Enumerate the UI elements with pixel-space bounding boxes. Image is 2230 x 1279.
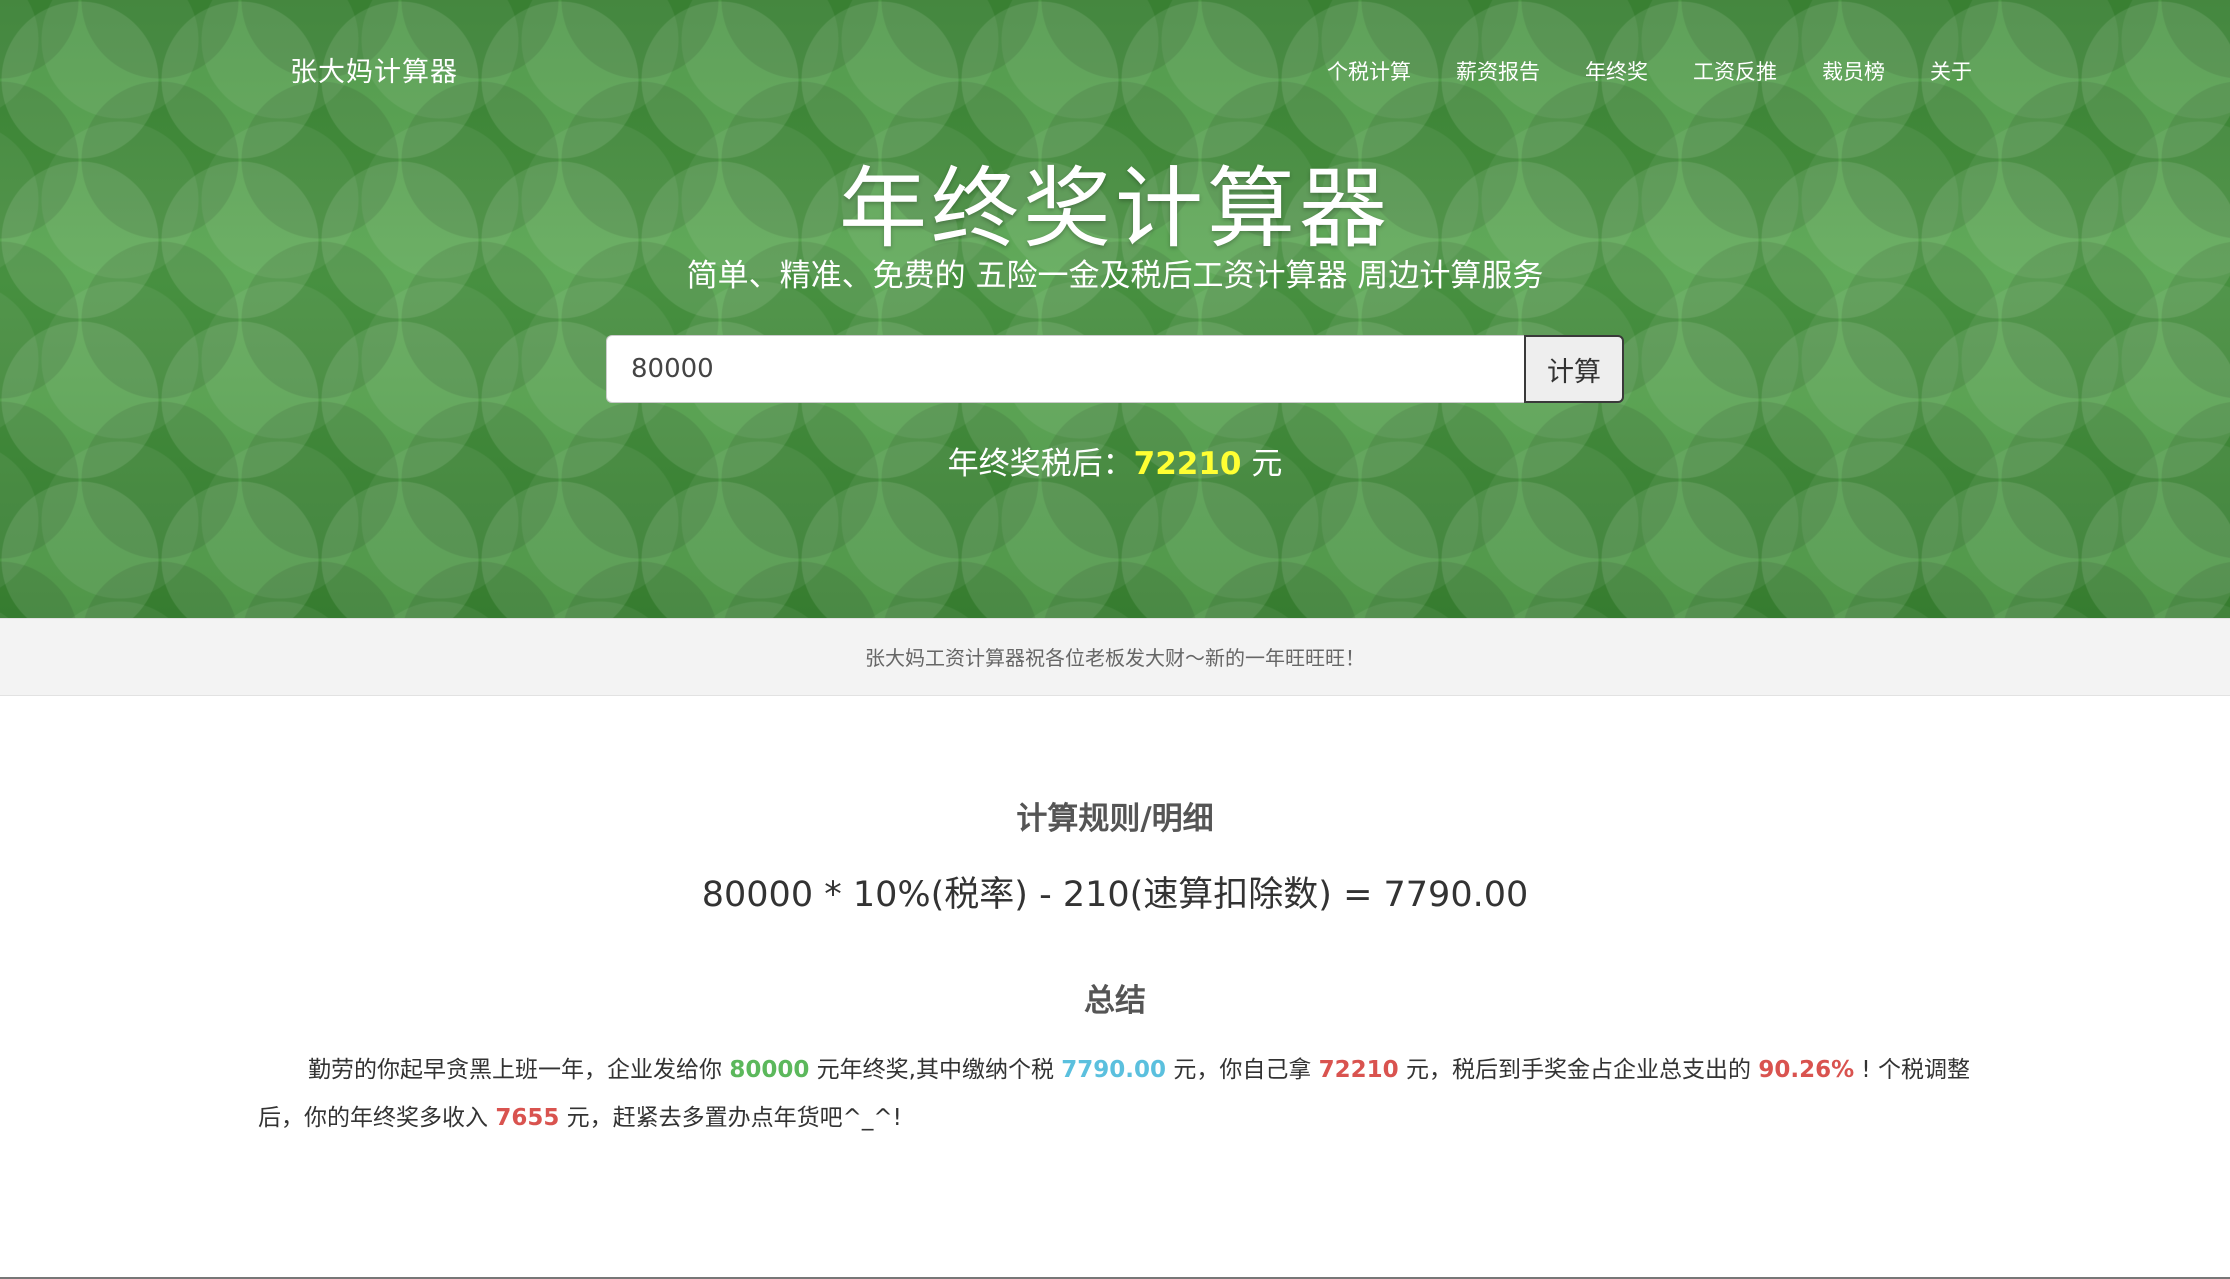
summary-text: 元，你自己拿 [1166, 1057, 1319, 1083]
page-title: 年终奖计算器 [838, 157, 1391, 260]
tax-formula: 80000 * 10%(税率) - 210(速算扣除数) = 7790.00 [701, 875, 1529, 915]
result-unit: 元 [1241, 446, 1283, 482]
summary-text: 勤劳的你起早贪黑上班一年，企业发给你 [308, 1057, 730, 1083]
bonus-amount: 80000 [729, 1057, 810, 1083]
nav-item-salary-report[interactable]: 薪资报告 [1456, 56, 1540, 86]
nav-item-salary-reverse[interactable]: 工资反推 [1693, 56, 1777, 86]
summary-text: 元年终奖,其中缴纳个税 [809, 1057, 1062, 1083]
nav-item-layoff-list[interactable]: 裁员榜 [1822, 56, 1885, 86]
hero-banner: 张大妈计算器 个税计算 薪资报告 年终奖 工资反推 裁员榜 关于 年终奖计算器 … [0, 0, 2230, 618]
nav-item-tax-calc[interactable]: 个税计算 [1327, 56, 1411, 86]
bonus-input-group: 计算 [606, 335, 1624, 403]
page-subtitle: 简单、精准、免费的 五险一金及税后工资计算器 周边计算服务 [686, 258, 1544, 294]
result-amount: 72210 [1133, 446, 1242, 482]
notice-bar: 张大妈工资计算器祝各位老板发大财～新的一年旺旺旺！ [0, 618, 2230, 696]
rules-title: 计算规则/明细 [1016, 801, 1214, 837]
result-label: 年终奖税后： [947, 446, 1134, 482]
summary-text: 元，税后到手奖金占企业总支出的 [1398, 1057, 1759, 1083]
nav-item-about[interactable]: 关于 [1930, 56, 1972, 86]
net-amount: 72210 [1318, 1057, 1399, 1083]
page: 张大妈计算器 个税计算 薪资报告 年终奖 工资反推 裁员榜 关于 年终奖计算器 … [0, 0, 2230, 1279]
extra-income: 7655 [495, 1105, 560, 1131]
bonus-amount-input[interactable] [606, 335, 1524, 403]
brand-logo-link[interactable]: 张大妈计算器 [290, 50, 458, 89]
net-ratio: 90.26% [1758, 1057, 1855, 1083]
summary-paragraph: 勤劳的你起早贪黑上班一年，企业发给你 80000 元年终奖,其中缴纳个税 779… [258, 1046, 1972, 1142]
top-nav: 个税计算 薪资报告 年终奖 工资反推 裁员榜 关于 [1282, 56, 1972, 86]
after-tax-result: 年终奖税后：72210 元 [0, 438, 2230, 483]
summary-title: 总结 [1084, 983, 1146, 1019]
calculate-button[interactable]: 计算 [1524, 335, 1624, 403]
nav-item-year-end-bonus[interactable]: 年终奖 [1585, 56, 1648, 86]
tax-amount: 7790.00 [1061, 1057, 1167, 1083]
summary-text: 元，赶紧去多置办点年货吧^_^! [559, 1105, 902, 1131]
